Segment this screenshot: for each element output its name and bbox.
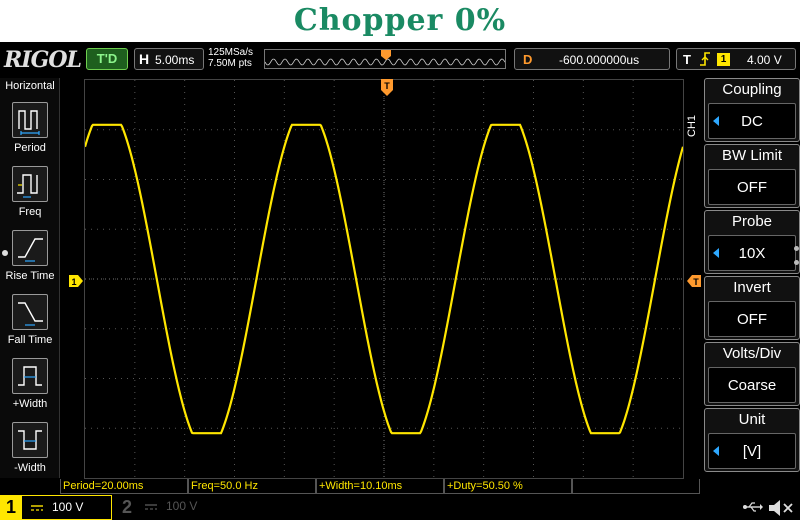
delay-label: D	[523, 52, 533, 67]
banner-title: Chopper 0%	[293, 3, 507, 38]
horizontal-measure-menu: Horizontal Period Freq Rise Time Fall Ti	[0, 78, 60, 478]
coupling-button[interactable]: Coupling DC	[704, 78, 800, 142]
waveform-display[interactable]	[83, 79, 685, 479]
brand-logo: RIGOL	[4, 47, 82, 73]
banner: Chopper 0%	[0, 0, 800, 42]
measure-fall-time-label: Fall Time	[7, 334, 53, 346]
dc-coupling-icon	[30, 496, 44, 520]
bottom-channel-bar: 1 100 V 2 100 V	[0, 495, 800, 520]
menu-page-dot	[794, 246, 799, 251]
measure-positive-width[interactable]: +Width	[0, 358, 60, 422]
trigger-level-marker[interactable]: T	[686, 274, 702, 288]
measurement-frequency[interactable]: Freq=50.0 Hz	[188, 479, 316, 494]
invert-button[interactable]: Invert OFF	[704, 276, 800, 340]
trigger-source: 1	[717, 53, 730, 66]
probe-value-box: 10X	[708, 235, 796, 271]
horizontal-label: H	[139, 51, 150, 67]
unit-value: [V]	[742, 443, 762, 460]
negative-width-icon	[12, 422, 48, 458]
measure-negative-width-label: -Width	[14, 462, 46, 474]
ch2-scale-box[interactable]: 100 V	[138, 495, 218, 520]
measurement-empty-slot	[572, 479, 700, 494]
unit-value-box: [V]	[708, 433, 796, 469]
delay-box[interactable]: D -600.000000us	[514, 48, 670, 70]
measure-frequency-label: Freq	[18, 206, 42, 218]
probe-button[interactable]: Probe 10X	[704, 210, 800, 274]
sample-rate: 125MSa/s	[208, 47, 254, 58]
ch2-scale-value: 100 V	[166, 499, 198, 513]
probe-title: Probe	[731, 213, 773, 230]
measurement-bar: Period=20.00ms Freq=50.0 Hz +Width=10.10…	[60, 479, 700, 495]
volts-div-value-box: Coarse	[708, 367, 796, 403]
trigger-position-marker: T	[381, 79, 393, 96]
delay-value: -600.000000us	[559, 53, 640, 67]
bw-limit-button[interactable]: BW Limit OFF	[704, 144, 800, 208]
measure-period-label: Period	[14, 142, 46, 154]
positive-width-icon	[12, 358, 48, 394]
measure-fall-time[interactable]: Fall Time	[0, 294, 60, 358]
timebase-box[interactable]: H 5.00ms	[134, 48, 204, 70]
measurement-positive-duty[interactable]: +Duty=50.50 %	[444, 479, 572, 494]
rise-time-icon	[12, 230, 48, 266]
invert-title: Invert	[733, 279, 771, 296]
svg-text:1: 1	[71, 277, 76, 287]
memory-trigger-marker	[381, 50, 391, 60]
oscilloscope-screen: RIGOL T'D H 5.00ms 125MSa/s 7.50M pts D …	[0, 42, 800, 520]
measure-positive-width-label: +Width	[12, 398, 48, 410]
svg-text:T: T	[693, 277, 699, 287]
top-status-bar: RIGOL T'D H 5.00ms 125MSa/s 7.50M pts D …	[0, 42, 800, 78]
memory-preview-trace	[265, 58, 505, 66]
unit-title: Unit	[738, 411, 766, 428]
ch2-indicator[interactable]: 2	[116, 495, 138, 520]
menu-page-dot	[794, 260, 799, 265]
svg-text:T: T	[384, 81, 390, 91]
coupling-value-box: DC	[708, 103, 796, 139]
usb-icon	[743, 502, 763, 512]
ch1-scale-value: 100 V	[52, 500, 84, 514]
speaker-muted-icon[interactable]	[766, 499, 796, 517]
measurement-positive-width[interactable]: +Width=10.10ms	[316, 479, 444, 494]
left-menu-title: Horizontal	[5, 80, 55, 92]
bw-limit-value: OFF	[737, 179, 767, 196]
memory-overview[interactable]	[264, 49, 506, 69]
trigger-level: 4.00 V	[747, 53, 782, 67]
acquisition-info: 125MSa/s 7.50M pts	[208, 47, 253, 69]
rising-edge-icon	[699, 51, 711, 70]
measurement-period[interactable]: Period=20.00ms	[60, 479, 188, 494]
trigger-box[interactable]: T 1 4.00 V	[676, 48, 796, 70]
bw-limit-value-box: OFF	[708, 169, 796, 205]
memory-waveform-preview	[265, 50, 505, 66]
coupling-title: Coupling	[722, 81, 782, 98]
ch1-ground-marker[interactable]: 1	[68, 274, 84, 288]
measure-negative-width[interactable]: -Width	[0, 422, 60, 486]
measure-rise-time-label: Rise Time	[5, 270, 55, 282]
invert-value-box: OFF	[708, 301, 796, 337]
coupling-value: DC	[741, 113, 763, 130]
invert-value: OFF	[737, 311, 767, 328]
dc-coupling-icon	[144, 495, 158, 520]
volts-div-title: Volts/Div	[722, 345, 782, 362]
ch1-indicator[interactable]: 1	[0, 495, 22, 520]
timebase-value: 5.00ms	[155, 53, 195, 67]
frequency-icon	[12, 166, 48, 202]
measure-rise-time[interactable]: Rise Time	[0, 230, 60, 294]
memory-depth: 7.50M pts	[208, 58, 252, 69]
trigger-status-badge: T'D	[86, 48, 128, 70]
waveform-graticule	[83, 80, 685, 478]
ch1-menu-tab: CH1	[686, 115, 698, 138]
bw-limit-title: BW Limit	[722, 147, 782, 164]
volts-div-value: Coarse	[727, 377, 777, 394]
measure-period[interactable]: Period	[0, 102, 60, 166]
unit-button[interactable]: Unit [V]	[704, 408, 800, 472]
period-icon	[12, 102, 48, 138]
fall-time-icon	[12, 294, 48, 330]
volts-div-button[interactable]: Volts/Div Coarse	[704, 342, 800, 406]
probe-value: 10X	[738, 245, 766, 262]
ch1-scale-box[interactable]: 100 V	[22, 495, 112, 520]
measure-frequency[interactable]: Freq	[0, 166, 60, 230]
trigger-label: T	[683, 52, 691, 67]
